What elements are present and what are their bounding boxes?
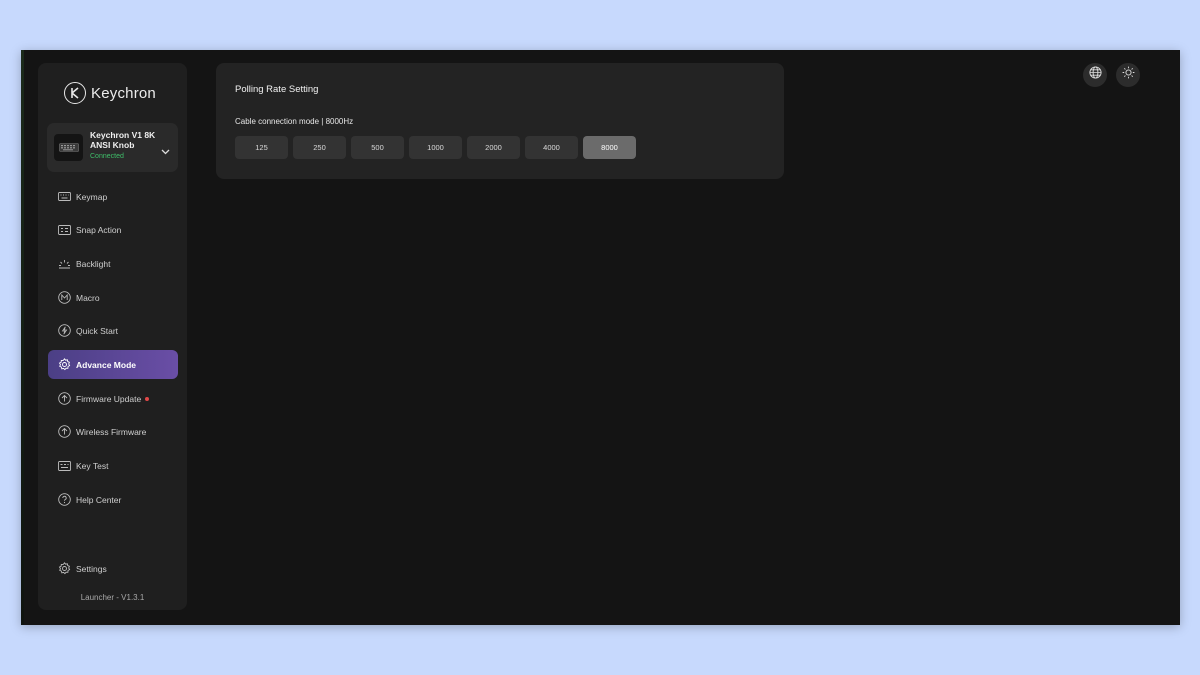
sidebar-item-label: Macro bbox=[76, 292, 100, 303]
sidebar: Keychron Keychron V1 8K ANSI Knob Connec… bbox=[38, 63, 187, 610]
chevron-down-icon[interactable] bbox=[161, 142, 170, 160]
rate-option-250[interactable]: 250 bbox=[293, 136, 346, 159]
device-name: Keychron V1 8K ANSI Knob bbox=[90, 130, 156, 150]
sun-icon bbox=[1122, 66, 1135, 84]
polling-rate-panel: Polling Rate Setting Cable connection mo… bbox=[216, 63, 784, 179]
upload-icon bbox=[57, 392, 71, 406]
sidebar-item-settings[interactable]: Settings bbox=[48, 554, 178, 583]
sidebar-item-label: Backlight bbox=[76, 258, 111, 269]
sidebar-item-backlight[interactable]: Backlight bbox=[48, 249, 178, 278]
window-edge bbox=[21, 50, 24, 625]
app-logo: Keychron bbox=[64, 82, 156, 104]
device-status: Connected bbox=[90, 153, 124, 160]
gear-icon bbox=[57, 562, 71, 576]
snap-action-icon bbox=[57, 223, 71, 237]
gear-icon bbox=[57, 358, 71, 372]
sidebar-item-quick-start[interactable]: Quick Start bbox=[48, 316, 178, 345]
sidebar-item-macro[interactable]: Macro bbox=[48, 283, 178, 312]
logo-text: Keychron bbox=[91, 84, 156, 102]
keyboard-icon bbox=[57, 190, 71, 204]
sidebar-item-label: Wireless Firmware bbox=[76, 426, 147, 437]
polling-rate-options: 125 250 500 1000 2000 4000 8000 bbox=[235, 136, 636, 159]
keychron-logo-icon bbox=[64, 82, 86, 104]
backlight-icon bbox=[57, 257, 71, 271]
sidebar-item-label: Keymap bbox=[76, 191, 108, 202]
rate-option-500[interactable]: 500 bbox=[351, 136, 404, 159]
keyboard-thumbnail bbox=[54, 134, 83, 161]
sidebar-item-keymap[interactable]: Keymap bbox=[48, 182, 178, 211]
help-icon bbox=[57, 493, 71, 507]
sidebar-item-advance-mode[interactable]: Advance Mode bbox=[48, 350, 178, 379]
sidebar-item-label: Snap Action bbox=[76, 224, 122, 235]
sidebar-item-wireless-firmware[interactable]: Wireless Firmware bbox=[48, 417, 178, 446]
language-button[interactable] bbox=[1083, 63, 1107, 87]
rate-option-4000[interactable]: 4000 bbox=[525, 136, 578, 159]
connection-mode-label: Cable connection mode | 8000Hz bbox=[235, 117, 354, 126]
sidebar-item-label: Help Center bbox=[76, 494, 122, 505]
sidebar-item-label: Advance Mode bbox=[76, 359, 136, 370]
panel-title: Polling Rate Setting bbox=[235, 84, 319, 95]
rate-option-2000[interactable]: 2000 bbox=[467, 136, 520, 159]
rate-option-125[interactable]: 125 bbox=[235, 136, 288, 159]
rate-option-8000[interactable]: 8000 bbox=[583, 136, 636, 159]
app-window: Keychron Keychron V1 8K ANSI Knob Connec… bbox=[21, 50, 1180, 625]
theme-toggle-button[interactable] bbox=[1116, 63, 1140, 87]
sidebar-item-label: Quick Start bbox=[76, 325, 119, 336]
macro-icon bbox=[57, 291, 71, 305]
rate-option-1000[interactable]: 1000 bbox=[409, 136, 462, 159]
device-selector[interactable]: Keychron V1 8K ANSI Knob Connected bbox=[47, 123, 178, 172]
sidebar-item-key-test[interactable]: Key Test bbox=[48, 451, 178, 480]
sidebar-item-label: Key Test bbox=[76, 460, 109, 471]
upload-icon bbox=[57, 425, 71, 439]
launcher-version: Launcher - V1.3.1 bbox=[80, 593, 145, 602]
lightning-icon bbox=[57, 324, 71, 338]
key-test-icon bbox=[57, 459, 71, 473]
update-badge bbox=[145, 396, 150, 401]
sidebar-item-label: Firmware Update bbox=[76, 393, 142, 404]
sidebar-item-snap-action[interactable]: Snap Action bbox=[48, 215, 178, 244]
sidebar-item-firmware-update[interactable]: Firmware Update bbox=[48, 384, 178, 413]
sidebar-item-help-center[interactable]: Help Center bbox=[48, 485, 178, 514]
sidebar-item-label: Settings bbox=[76, 563, 107, 574]
globe-icon bbox=[1088, 66, 1102, 84]
